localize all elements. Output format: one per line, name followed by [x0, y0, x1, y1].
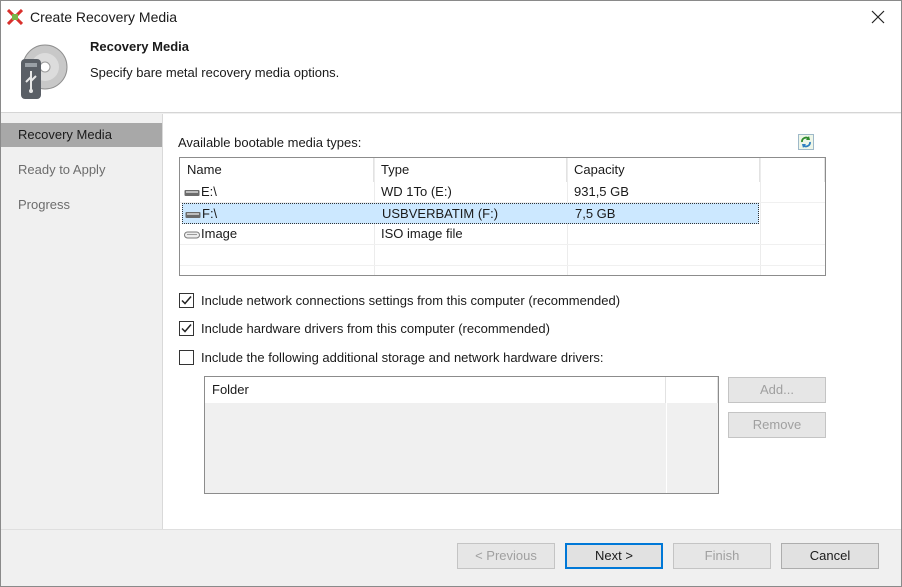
- table-row-empty: [180, 245, 825, 266]
- cell-type: ISO image file: [381, 226, 463, 241]
- cell-capacity: 7,5 GB: [575, 206, 616, 221]
- main-content: Available bootable media types: Name Typ…: [163, 114, 901, 529]
- disc-image-icon: [184, 231, 200, 239]
- media-types-table: Name Type Capacity E:\ WD 1To (E:) 931,5…: [179, 157, 826, 276]
- drive-name: F:\: [202, 206, 218, 221]
- table-row-selected[interactable]: F:\ USBVERBATIM (F:) 7,5 GB: [182, 203, 759, 224]
- table-row[interactable]: E:\ WD 1To (E:) 931,5 GB: [180, 182, 825, 203]
- usb-drive-icon: [185, 212, 201, 219]
- close-icon: [871, 10, 885, 24]
- column-header-filler: [760, 158, 825, 182]
- hardware-drivers-checkbox[interactable]: [179, 320, 194, 336]
- folder-table-header: Folder: [205, 377, 718, 403]
- previous-button[interactable]: < Previous: [457, 543, 555, 569]
- option-additional-drivers[interactable]: Include the following additional storage…: [179, 348, 604, 366]
- wizard-header: Recovery Media Specify bare metal recove…: [1, 33, 901, 113]
- driver-folders-table: Folder: [204, 376, 719, 494]
- cell-name: Image: [180, 224, 374, 244]
- page-title: Recovery Media: [90, 39, 189, 54]
- hardware-drivers-label: Include hardware drivers from this compu…: [201, 320, 550, 336]
- cell-name: F:\: [183, 204, 375, 224]
- wizard-footer: < Previous Next > Finish Cancel: [1, 529, 901, 586]
- network-settings-checkbox[interactable]: [179, 292, 194, 308]
- finish-button[interactable]: Finish: [673, 543, 771, 569]
- network-settings-label: Include network connections settings fro…: [201, 292, 621, 308]
- cell-capacity: [567, 224, 574, 244]
- drive-name: E:\: [201, 184, 217, 199]
- step-progress[interactable]: Progress: [1, 193, 162, 217]
- option-network-settings[interactable]: Include network connections settings fro…: [179, 291, 620, 309]
- column-header-filler: [666, 377, 718, 403]
- page-description: Specify bare metal recovery media option…: [90, 65, 340, 80]
- column-header-capacity[interactable]: Capacity: [567, 158, 760, 182]
- window-title: Create Recovery Media: [30, 9, 178, 25]
- available-media-label: Available bootable media types:: [178, 135, 362, 150]
- close-button[interactable]: [855, 1, 901, 33]
- column-divider: [666, 403, 667, 493]
- dialog-window: Create Recovery Media Recovery Media Spe…: [0, 0, 902, 587]
- cell-capacity: 931,5 GB: [574, 184, 629, 199]
- next-button[interactable]: Next >: [565, 543, 663, 569]
- cell-name: E:\: [180, 182, 374, 202]
- add-button[interactable]: Add...: [728, 377, 826, 403]
- column-header-folder[interactable]: Folder: [205, 377, 666, 403]
- checkmark-icon: [181, 295, 192, 305]
- cell-type: USBVERBATIM (F:): [382, 206, 499, 221]
- remove-button[interactable]: Remove: [728, 412, 826, 438]
- cell-type: WD 1To (E:): [381, 184, 452, 199]
- refresh-button[interactable]: [798, 134, 814, 150]
- cancel-button[interactable]: Cancel: [781, 543, 879, 569]
- wizard-steps-sidebar: Recovery Media Ready to Apply Progress: [1, 114, 163, 529]
- refresh-icon: [801, 136, 811, 148]
- app-icon: [7, 9, 23, 25]
- additional-drivers-label: Include the following additional storage…: [201, 349, 604, 365]
- additional-drivers-checkbox[interactable]: [179, 349, 194, 365]
- column-header-type[interactable]: Type: [374, 158, 567, 182]
- step-recovery-media[interactable]: Recovery Media: [1, 123, 162, 147]
- usb-recovery-media-icon: [21, 44, 68, 99]
- step-ready-to-apply[interactable]: Ready to Apply: [1, 158, 162, 182]
- hard-drive-icon: [184, 190, 200, 197]
- option-hardware-drivers[interactable]: Include hardware drivers from this compu…: [179, 319, 550, 337]
- table-row[interactable]: Image ISO image file: [180, 224, 825, 245]
- title-bar: Create Recovery Media: [1, 1, 901, 33]
- checkmark-icon: [181, 323, 192, 333]
- drive-name: Image: [201, 226, 238, 241]
- column-header-name[interactable]: Name: [180, 158, 374, 182]
